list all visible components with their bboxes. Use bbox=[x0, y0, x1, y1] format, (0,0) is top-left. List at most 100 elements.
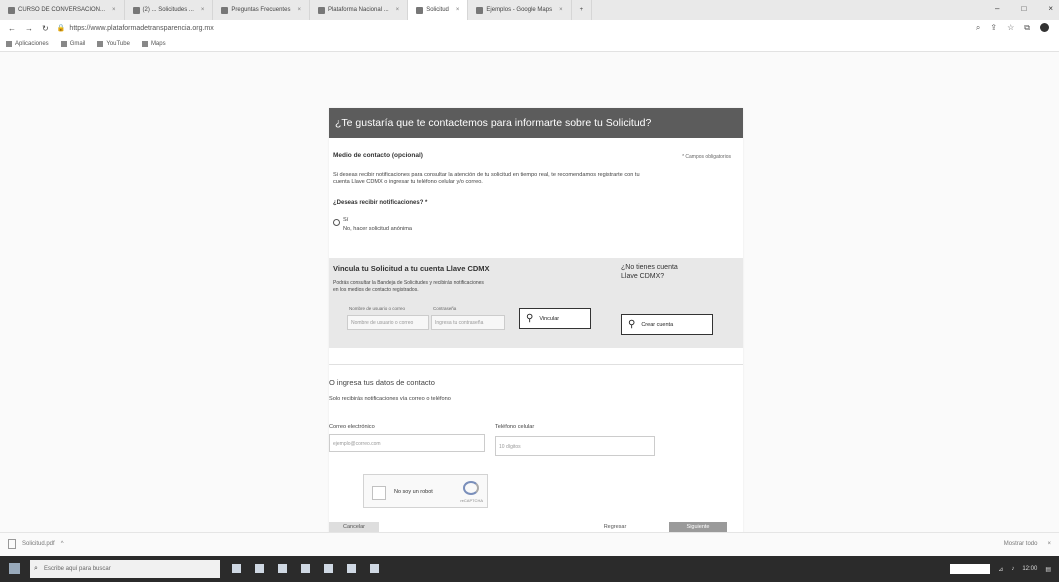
tab-label: Ejemplos - Google Maps bbox=[486, 7, 553, 13]
bookmark-gmail[interactable]: Gmail bbox=[60, 40, 85, 47]
volume-icon[interactable]: ♪ bbox=[1011, 566, 1014, 572]
browser-tab[interactable]: Preguntas Frecuentes × bbox=[213, 0, 310, 20]
gmail-icon bbox=[60, 40, 67, 47]
tab-label: CURSO DE CONVERSACION... bbox=[18, 7, 106, 13]
llave-title: Vincula tu Solicitud a tu cuenta Llave C… bbox=[333, 264, 490, 273]
youtube-icon bbox=[97, 40, 104, 47]
bookmark-maps[interactable]: Maps bbox=[141, 40, 166, 47]
window-controls: – □ × bbox=[995, 4, 1053, 13]
tab-label: Preguntas Frecuentes bbox=[231, 7, 291, 13]
taskbar-search-placeholder: Escribe aquí para buscar bbox=[44, 566, 111, 572]
store-icon[interactable] bbox=[301, 564, 310, 573]
no-account-title-line1: ¿No tienes cuenta bbox=[621, 264, 678, 271]
notifications-icon[interactable]: ▤ bbox=[1045, 566, 1051, 573]
close-window-button[interactable]: × bbox=[1048, 4, 1053, 13]
close-tab-icon[interactable]: × bbox=[396, 7, 400, 13]
favicon-icon bbox=[416, 6, 424, 14]
star-icon[interactable]: ☆ bbox=[1007, 23, 1014, 33]
chrome-icon[interactable] bbox=[347, 564, 356, 573]
llave-desc-line1: Podrás consultar la Bandeja de Solicitud… bbox=[333, 280, 484, 286]
contact-section-title: Medio de contacto (opcional) bbox=[333, 152, 423, 159]
phone-input[interactable]: 10 dígitos bbox=[495, 436, 655, 456]
word-icon[interactable] bbox=[370, 564, 379, 573]
create-account-button[interactable]: ⚲ Crear cuenta bbox=[621, 314, 713, 335]
close-tab-icon[interactable]: × bbox=[456, 7, 460, 13]
browser-tab-active[interactable]: Solicitud × bbox=[408, 0, 469, 20]
llave-user-input[interactable]: Nombre de usuario o correo bbox=[347, 315, 429, 330]
taskbar-search-input[interactable]: ⌕ Escribe aquí para buscar bbox=[30, 560, 220, 578]
new-tab-button[interactable]: + bbox=[572, 0, 593, 20]
no-account-title-line2: Llave CDMX? bbox=[621, 273, 665, 280]
section-divider bbox=[329, 364, 743, 365]
extensions-icon[interactable]: ⧉ bbox=[1024, 23, 1030, 33]
reload-icon[interactable]: ↻ bbox=[42, 24, 49, 33]
user-add-icon: ⚲ bbox=[628, 319, 636, 330]
recaptcha-checkbox[interactable] bbox=[372, 486, 386, 500]
email-input[interactable]: ejemplo@correo.com bbox=[329, 434, 485, 452]
show-all-downloads-link[interactable]: Mostrar todo bbox=[1004, 541, 1038, 547]
create-account-label: Crear cuenta bbox=[641, 321, 674, 328]
browser-tab[interactable]: Ejemplos - Google Maps × bbox=[468, 0, 572, 20]
share-icon[interactable]: ⇪ bbox=[990, 23, 997, 33]
url-field[interactable]: https://www.plataformadetransparencia.or… bbox=[69, 25, 213, 32]
recaptcha-label: No soy un robot bbox=[394, 489, 433, 495]
maximize-button[interactable]: □ bbox=[1021, 4, 1026, 13]
apps-icon bbox=[6, 40, 12, 47]
file-explorer-icon[interactable] bbox=[278, 564, 287, 573]
email-label: Correo electrónico bbox=[329, 424, 375, 430]
close-tab-icon[interactable]: × bbox=[201, 7, 205, 13]
tab-label: Solicitud bbox=[426, 7, 449, 13]
minimize-button[interactable]: – bbox=[995, 4, 999, 13]
favicon-icon bbox=[8, 6, 15, 14]
llave-cdmx-section: Vincula tu Solicitud a tu cuenta Llave C… bbox=[329, 258, 743, 348]
network-icon[interactable]: ⊿ bbox=[998, 566, 1003, 573]
back-arrow-icon[interactable]: ← bbox=[8, 24, 16, 33]
browser-tab[interactable]: Plataforma Nacional ... × bbox=[310, 0, 409, 20]
bookmark-youtube[interactable]: YouTube bbox=[97, 40, 130, 47]
link-icon: ⚲ bbox=[526, 313, 534, 324]
edge-icon[interactable] bbox=[255, 564, 264, 573]
nav-buttons: ← → ↻ bbox=[0, 24, 57, 33]
link-account-button[interactable]: ⚲ Vincular bbox=[519, 308, 591, 329]
close-tab-icon[interactable]: × bbox=[297, 7, 301, 13]
recaptcha-logo-icon bbox=[463, 481, 479, 495]
radio-yes[interactable] bbox=[333, 219, 340, 226]
bookmark-label: YouTube bbox=[106, 40, 130, 47]
clock[interactable]: 12:00 bbox=[1022, 566, 1037, 572]
lock-icon: 🔒 bbox=[56, 25, 66, 32]
favicon-icon bbox=[317, 6, 325, 14]
form-header-title: ¿Te gustaría que te contactemos para inf… bbox=[329, 108, 743, 138]
mail-icon[interactable] bbox=[324, 564, 333, 573]
search-icon: ⌕ bbox=[34, 565, 38, 572]
file-icon bbox=[8, 539, 16, 549]
maps-pin-icon bbox=[141, 40, 148, 47]
download-bar: Solicitud.pdf ^ Mostrar todo × bbox=[0, 532, 1059, 557]
contact-form-card: ¿Te gustaría que te contactemos para inf… bbox=[329, 108, 743, 533]
windows-start-icon[interactable] bbox=[9, 563, 20, 574]
close-tab-icon[interactable]: × bbox=[112, 7, 116, 13]
bookmark-apps[interactable]: Aplicaciones bbox=[6, 40, 49, 47]
profile-avatar[interactable] bbox=[1040, 23, 1049, 32]
required-note: * Campos obligatorios bbox=[682, 154, 731, 160]
link-button-label: Vincular bbox=[539, 315, 560, 322]
download-bar-actions: Mostrar todo × bbox=[1004, 541, 1051, 547]
bookmarks-bar: Aplicaciones Gmail YouTube Maps bbox=[0, 36, 1059, 52]
notify-question: ¿Deseas recibir notificaciones? * bbox=[333, 200, 428, 206]
browser-tab[interactable]: (2) ... Solicitudes ... × bbox=[125, 0, 214, 20]
radio-no-label[interactable]: No, hacer solicitud anónima bbox=[343, 226, 412, 233]
llave-password-input[interactable]: Ingresa tu contraseña bbox=[431, 315, 505, 330]
weather-widget[interactable] bbox=[950, 564, 991, 574]
close-download-bar-icon[interactable]: × bbox=[1047, 541, 1051, 547]
close-tab-icon[interactable]: × bbox=[559, 7, 563, 13]
alt-contact-desc: Solo recibirás notificaciones vía correo… bbox=[329, 396, 451, 402]
download-item[interactable]: Solicitud.pdf ^ bbox=[8, 539, 64, 549]
browser-tab[interactable]: CURSO DE CONVERSACION... × bbox=[0, 0, 125, 20]
browser-tab-bar: CURSO DE CONVERSACION... × (2) ... Solici… bbox=[0, 0, 1059, 20]
download-chevron-icon[interactable]: ^ bbox=[61, 541, 64, 547]
zoom-icon[interactable]: ⌕ bbox=[976, 23, 980, 33]
bookmark-label: Aplicaciones bbox=[15, 40, 49, 47]
forward-arrow-icon[interactable]: → bbox=[25, 24, 33, 33]
task-view-icon[interactable] bbox=[232, 564, 241, 573]
taskbar-pinned-apps bbox=[232, 564, 379, 573]
llave-desc-line2: en los medios de contacto registrados. bbox=[333, 287, 419, 293]
